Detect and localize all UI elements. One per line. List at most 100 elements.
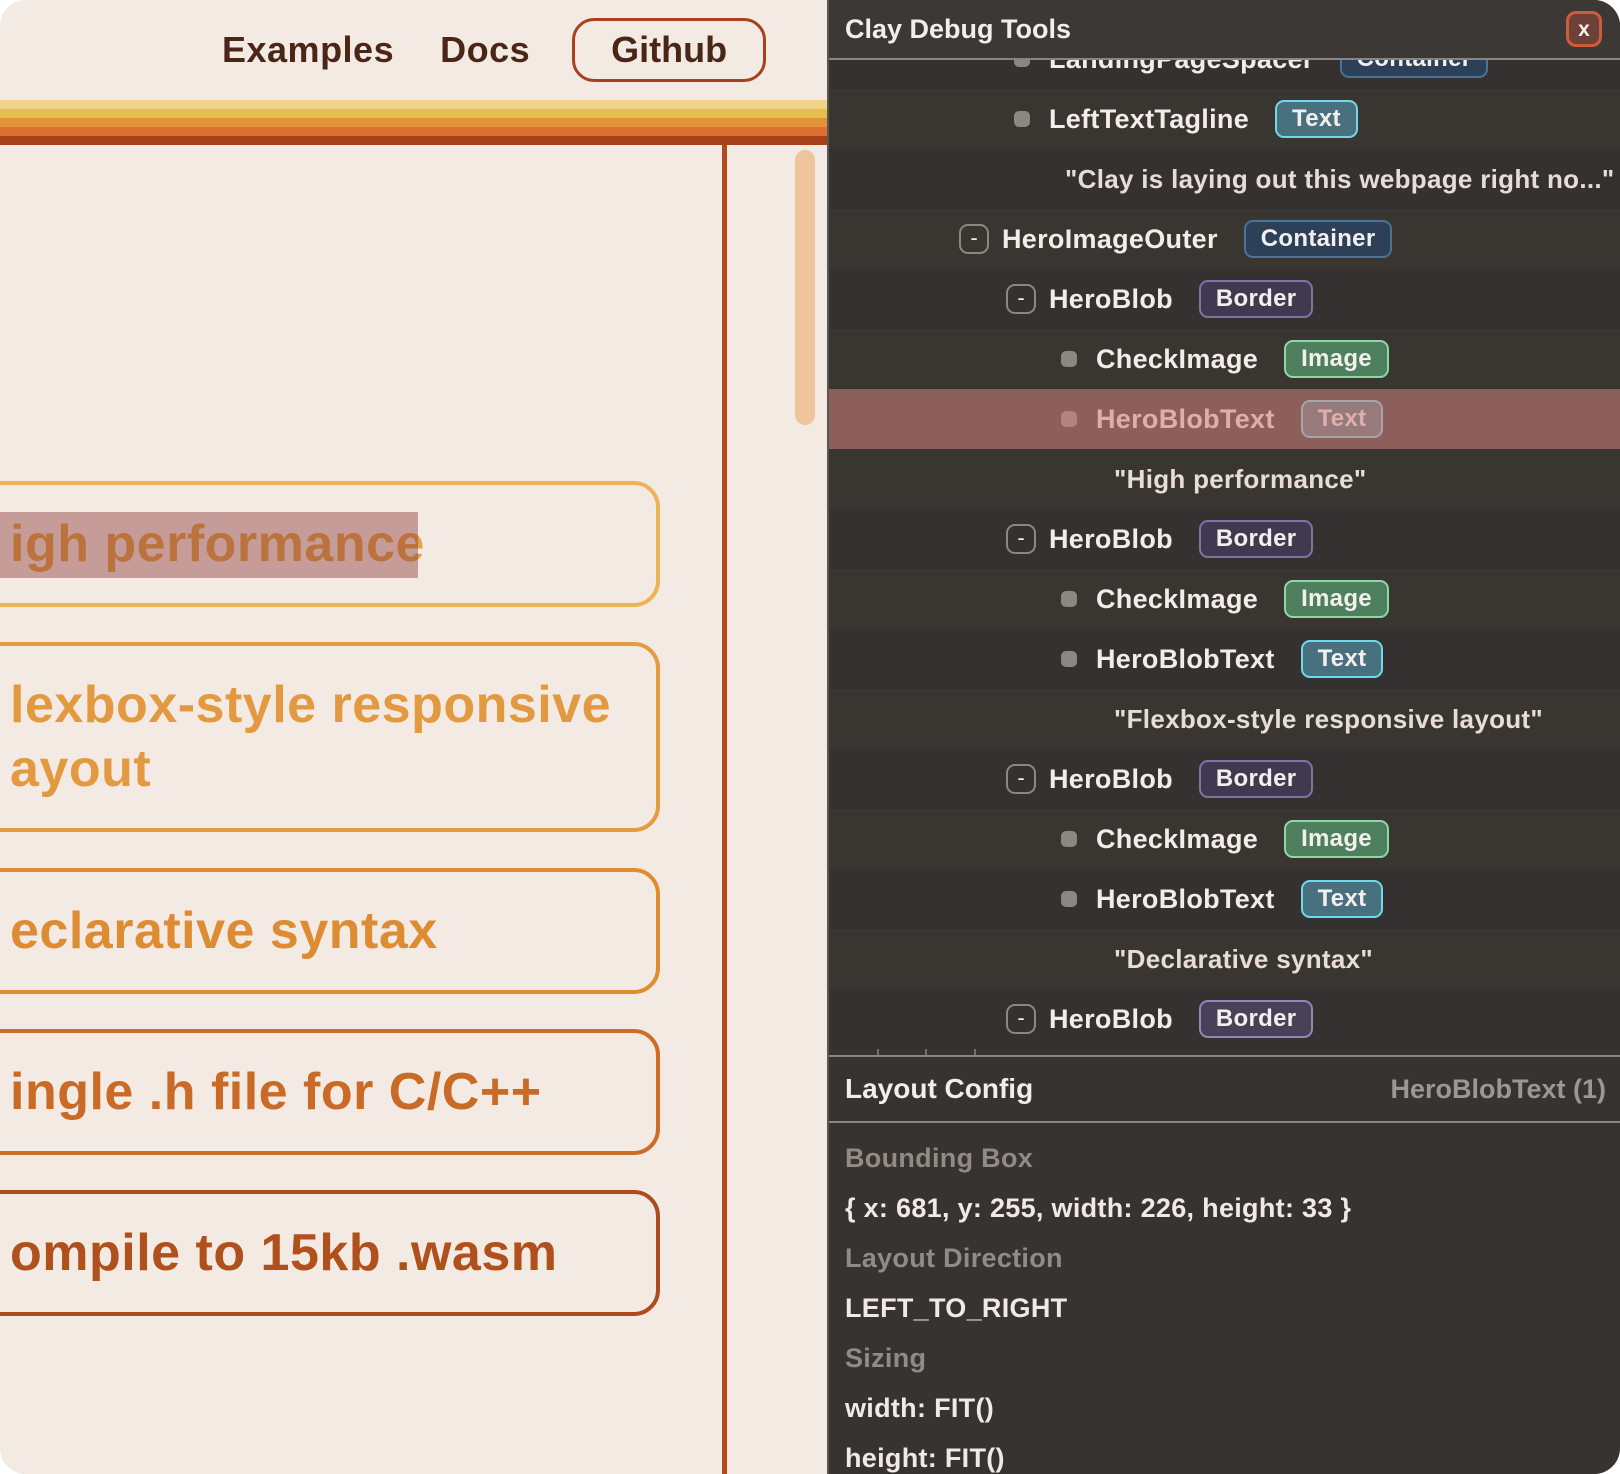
collapse-toggle-icon[interactable]: - <box>1006 524 1036 554</box>
element-name: CheckImage <box>1096 584 1258 615</box>
element-type-badge: Image <box>1284 820 1389 858</box>
layout-config-header: Layout Config HeroBlobText (1) <box>829 1055 1620 1123</box>
tree-row-quote: "Clay is laying out this webpage right n… <box>829 149 1620 209</box>
config-label: Sizing <box>845 1333 1604 1383</box>
element-text-content: "Flexbox-style responsive layout" <box>1114 704 1543 735</box>
element-type-badge: Text <box>1275 100 1358 138</box>
element-type-badge: Border <box>1199 1000 1313 1038</box>
hero-blob-declarative: eclarative syntax <box>0 868 660 994</box>
tree-row-quote: "Declarative syntax" <box>829 929 1620 989</box>
element-type-badge: Text <box>1301 400 1384 438</box>
stripe-band-4 <box>0 136 827 145</box>
tree-row-HeroBlob[interactable]: -HeroBlob Border <box>829 269 1620 329</box>
tree-row-quote: "High performance" <box>829 449 1620 509</box>
screen: Examples Docs Github igh performancelexb… <box>0 0 1620 1474</box>
element-type-badge: Image <box>1284 580 1389 618</box>
element-text-content: "Clay is laying out this webpage right n… <box>1065 164 1615 195</box>
tree-row-HeroBlob[interactable]: -HeroBlob Border <box>829 509 1620 569</box>
stripe-band-3 <box>0 127 827 136</box>
element-name: CheckImage <box>1096 344 1258 375</box>
layout-config-body: Bounding Box{ x: 681, y: 255, width: 226… <box>829 1123 1620 1474</box>
config-label: Layout Direction <box>845 1233 1604 1283</box>
element-name: HeroBlob <box>1049 1004 1173 1035</box>
element-name: HeroBlobText <box>1096 884 1275 915</box>
element-name: LandingPageSpacer <box>1049 60 1314 75</box>
stripe-band-1 <box>0 109 827 118</box>
leaf-bullet-icon <box>1061 411 1077 427</box>
config-value: LEFT_TO_RIGHT <box>845 1283 1604 1333</box>
hero-blob-flexbox: lexbox-style responsiveayout <box>0 642 660 832</box>
element-name: HeroBlobText <box>1096 644 1275 675</box>
config-label: Bounding Box <box>845 1133 1604 1183</box>
tree-row-CheckImage[interactable]: CheckImage Image <box>829 809 1620 869</box>
tree-row-quote: "Flexbox-style responsive layout" <box>829 689 1620 749</box>
element-type-badge: Border <box>1199 520 1313 558</box>
debug-panel-header: Clay Debug Tools x <box>829 0 1620 60</box>
collapse-toggle-icon[interactable]: - <box>1006 764 1036 794</box>
stripe-band-2 <box>0 118 827 127</box>
element-name: HeroBlob <box>1049 764 1173 795</box>
element-type-badge: Image <box>1284 340 1389 378</box>
debug-selection-highlight <box>0 512 418 578</box>
config-value: { x: 681, y: 255, width: 226, height: 33… <box>845 1183 1604 1233</box>
page-scrollbar-thumb[interactable] <box>795 150 815 425</box>
collapse-toggle-icon[interactable]: - <box>1006 1004 1036 1034</box>
nav-link-examples[interactable]: Examples <box>222 29 394 71</box>
hero-blob-text: ompile to 15kb .wasm <box>10 1221 656 1285</box>
element-name: HeroImageOuter <box>1002 224 1218 255</box>
element-type-badge: Text <box>1301 880 1384 918</box>
tree-row-HeroBlob[interactable]: -HeroBlob Border <box>829 989 1620 1049</box>
tree-row-HeroBlobText[interactable]: HeroBlobText Text <box>829 389 1620 449</box>
clay-debug-panel: Clay Debug Tools x LandingPageSpacer Cont… <box>827 0 1620 1474</box>
layout-config-title: Layout Config <box>845 1073 1033 1105</box>
element-tree: LandingPageSpacer Container LeftTextTaglin… <box>829 60 1620 1055</box>
top-nav: Examples Docs Github <box>0 0 827 100</box>
tree-row-LandingPageSpacer[interactable]: LandingPageSpacer Container <box>829 60 1620 89</box>
leaf-bullet-icon <box>1061 891 1077 907</box>
stripe-band-0 <box>0 100 827 109</box>
config-value: height: FIT() <box>845 1433 1604 1474</box>
element-type-badge: Border <box>1199 760 1313 798</box>
gradient-stripe <box>0 100 827 145</box>
element-name: CheckImage <box>1096 824 1258 855</box>
github-button[interactable]: Github <box>572 18 766 82</box>
element-type-badge: Text <box>1301 640 1384 678</box>
collapse-toggle-icon[interactable]: - <box>1006 284 1036 314</box>
leaf-bullet-icon <box>1014 111 1030 127</box>
element-name: HeroBlobText <box>1096 404 1275 435</box>
tree-row-LeftTextTagline[interactable]: LeftTextTagline Text <box>829 89 1620 149</box>
collapse-toggle-icon[interactable]: - <box>959 224 989 254</box>
selected-element-label: HeroBlobText (1) <box>1390 1074 1606 1105</box>
close-icon[interactable]: x <box>1566 11 1602 47</box>
landing-page: Examples Docs Github igh performancelexb… <box>0 0 827 1474</box>
tree-row-HeroBlob[interactable]: -HeroBlob Border <box>829 749 1620 809</box>
tree-row-HeroBlobText[interactable]: HeroBlobText Text <box>829 629 1620 689</box>
tree-row-CheckImage[interactable]: CheckImage Image <box>829 329 1620 389</box>
element-text-content: "Declarative syntax" <box>1114 944 1373 975</box>
element-type-badge: Container <box>1244 220 1393 258</box>
tree-row-HeroBlobText[interactable]: HeroBlobText Text <box>829 869 1620 929</box>
hero-blob-text: ingle .h file for C/C++ <box>10 1060 656 1124</box>
hero-blob-single-header: ingle .h file for C/C++ <box>0 1029 660 1155</box>
leaf-bullet-icon <box>1061 831 1077 847</box>
leaf-bullet-icon <box>1061 651 1077 667</box>
hero-blob-text: lexbox-style responsive <box>10 673 656 737</box>
element-name: HeroBlob <box>1049 524 1173 555</box>
leaf-bullet-icon <box>1014 60 1030 67</box>
debug-panel-title: Clay Debug Tools <box>845 14 1071 45</box>
hero-blob-text: eclarative syntax <box>10 899 656 963</box>
leaf-bullet-icon <box>1061 591 1077 607</box>
config-value: width: FIT() <box>845 1383 1604 1433</box>
hero-blob-wasm: ompile to 15kb .wasm <box>0 1190 660 1316</box>
hero-blob-text: ayout <box>10 737 656 801</box>
nav-link-docs[interactable]: Docs <box>440 29 530 71</box>
tree-row-CheckImage[interactable]: CheckImage Image <box>829 569 1620 629</box>
element-name: LeftTextTagline <box>1049 104 1249 135</box>
leaf-bullet-icon <box>1061 351 1077 367</box>
element-type-badge: Container <box>1340 60 1489 78</box>
element-type-badge: Border <box>1199 280 1313 318</box>
tree-row-HeroImageOuter[interactable]: -HeroImageOuter Container <box>829 209 1620 269</box>
page-column-divider <box>722 145 727 1474</box>
element-text-content: "High performance" <box>1114 464 1367 495</box>
element-name: HeroBlob <box>1049 284 1173 315</box>
